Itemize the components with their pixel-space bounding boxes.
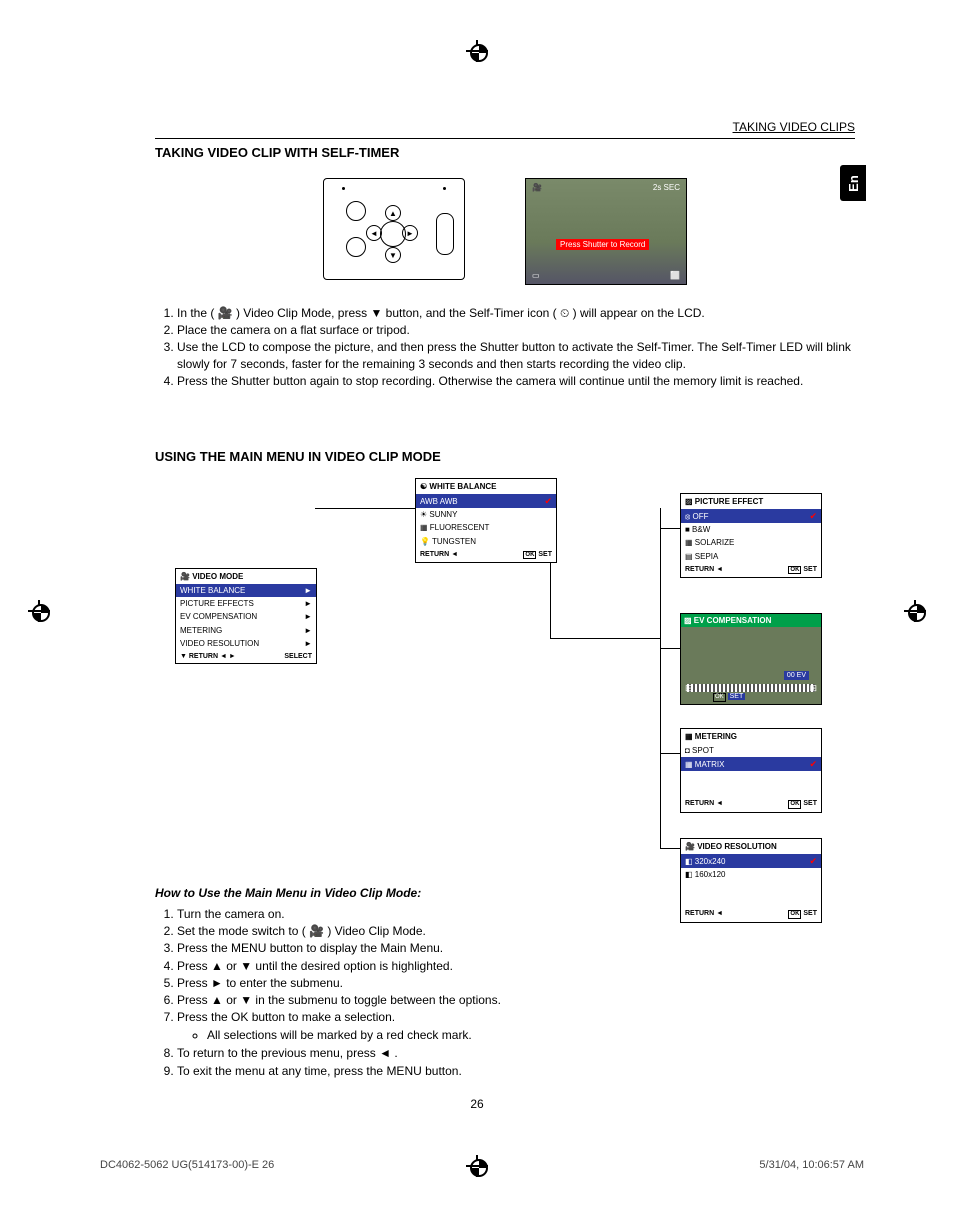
- print-registration-left: [28, 600, 50, 622]
- figure-row: ▲ ▼ ◄ ► 🎥 2s SEC Press Shutter to Record…: [155, 178, 855, 285]
- lcd-banner: Press Shutter to Record: [556, 239, 649, 250]
- print-footer: DC4062-5062 UG(514173-00)-E 26 5/31/04, …: [100, 1159, 864, 1171]
- picture-effect-menu: ▨ PICTURE EFFECT ⦻ OFF✔ ■ B&W ▦ SOLARIZE…: [680, 493, 822, 579]
- page-number: 26: [0, 1097, 954, 1111]
- timer-label: 2s SEC: [653, 183, 680, 192]
- white-balance-menu: ☯ WHITE BALANCE AWB AWB✔ ☀ SUNNY ▦ FLUOR…: [415, 478, 557, 564]
- page-title-1: TAKING VIDEO CLIP WITH SELF-TIMER: [155, 145, 855, 160]
- effect-icon: ▨: [685, 497, 693, 506]
- list-item: Place the camera on a flat surface or tr…: [177, 322, 855, 338]
- list-item: To exit the menu at any time, press the …: [177, 1063, 855, 1079]
- wb-icon: ☯: [420, 482, 427, 491]
- howto-steps: Turn the camera on. Set the mode switch …: [155, 906, 855, 1079]
- page-title-2: USING THE MAIN MENU IN VIDEO CLIP MODE: [155, 449, 855, 464]
- metering-icon: ▦: [685, 732, 693, 741]
- print-registration-top: [466, 40, 488, 62]
- list-item: Press the Shutter button again to stop r…: [177, 373, 855, 389]
- list-item: Press ▲ or ▼ in the submenu to toggle be…: [177, 992, 855, 1008]
- resolution-icon: 🎥: [685, 842, 695, 851]
- page-content: TAKING VIDEO CLIPS TAKING VIDEO CLIP WIT…: [155, 120, 855, 1080]
- video-mode-icon: 🎥: [532, 183, 542, 192]
- section-header: TAKING VIDEO CLIPS: [155, 120, 855, 134]
- video-icon: 🎥: [180, 572, 190, 581]
- footer-left: DC4062-5062 UG(514173-00)-E 26: [100, 1159, 274, 1171]
- footer-right: 5/31/04, 10:06:57 AM: [759, 1159, 864, 1171]
- video-mode-menu: 🎥 VIDEO MODE WHITE BALANCE► PICTURE EFFE…: [175, 568, 317, 664]
- stop-icon: ⬜: [670, 271, 680, 280]
- print-registration-right: [904, 600, 926, 622]
- ev-compensation-panel: ▨ EV COMPENSATION 00 EV OK SET ⊟ ⊞: [680, 613, 822, 705]
- lcd-preview: 🎥 2s SEC Press Shutter to Record ▭ ⬜: [525, 178, 687, 285]
- video-resolution-menu: 🎥 VIDEO RESOLUTION ◧ 320x240✔ ◧ 160x120 …: [680, 838, 822, 923]
- list-item: Set the mode switch to ( 🎥 ) Video Clip …: [177, 923, 855, 939]
- list-item: To return to the previous menu, press ◄ …: [177, 1045, 855, 1061]
- list-item: Press ▲ or ▼ until the desired option is…: [177, 958, 855, 974]
- list-item: Press the MENU button to display the Mai…: [177, 940, 855, 956]
- battery-icon: ▭: [532, 271, 540, 280]
- rule: [155, 138, 855, 139]
- list-item: Press ► to enter the submenu.: [177, 975, 855, 991]
- self-timer-steps: In the ( 🎥 ) Video Clip Mode, press ▼ bu…: [155, 305, 855, 389]
- list-item-bullet: All selections will be marked by a red c…: [207, 1027, 855, 1043]
- menu-layout-diagram: 🎥 VIDEO MODE WHITE BALANCE► PICTURE EFFE…: [155, 478, 855, 868]
- list-item: In the ( 🎥 ) Video Clip Mode, press ▼ bu…: [177, 305, 855, 321]
- camera-back-illustration: ▲ ▼ ◄ ►: [323, 178, 465, 280]
- list-item: Use the LCD to compose the picture, and …: [177, 339, 855, 371]
- metering-menu: ▦ METERING ◘ SPOT ▦ MATRIX✔ RETURN ◄OK S…: [680, 728, 822, 813]
- list-item: Press the OK button to make a selection.…: [177, 1009, 855, 1043]
